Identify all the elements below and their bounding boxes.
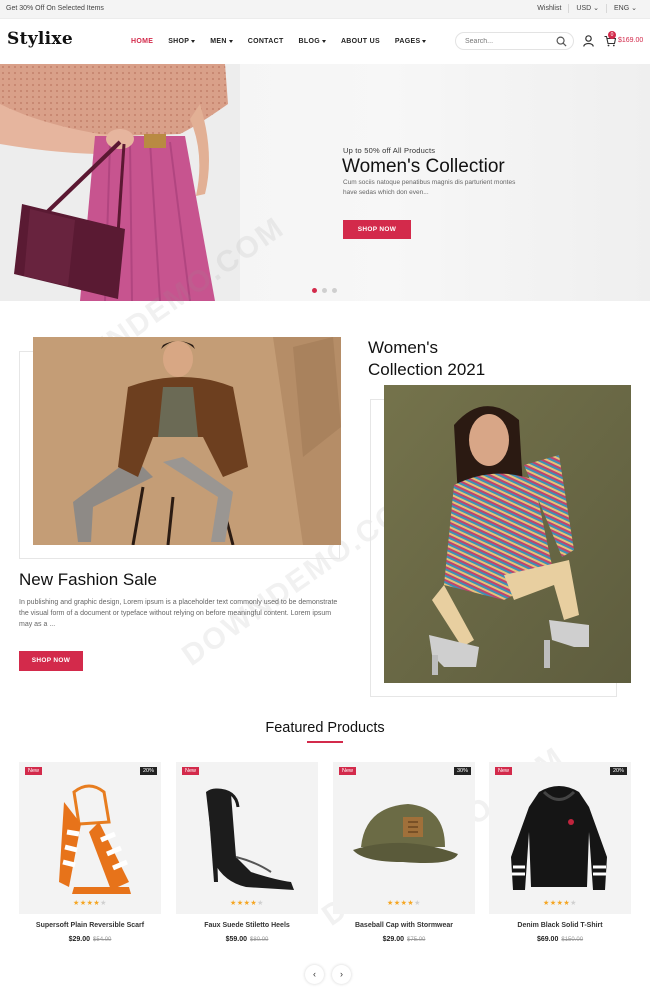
cart-count-badge: 0 <box>608 31 616 39</box>
nav-pages-label: PAGES <box>394 38 421 45</box>
nav-blog[interactable]: BLOG <box>299 38 326 45</box>
product-price: $29.00 $54.00 <box>19 936 161 943</box>
product-price: $29.00 $75.00 <box>333 936 475 943</box>
women-collection-title-line1: Women's <box>368 338 439 357</box>
language-select[interactable]: ENG ⌄ <box>606 4 644 13</box>
rating-stars: ★★★★★ <box>73 900 107 907</box>
product-name[interactable]: Supersoft Plain Reversible Scarf <box>19 922 161 929</box>
nav-men[interactable]: MEN <box>210 38 233 45</box>
wishlist-link[interactable]: Wishlist <box>530 4 568 13</box>
hero-subtitle: Up to 50% off All Products <box>343 146 436 155</box>
current-price: $29.00 <box>382 936 405 943</box>
chevron-down-icon <box>191 40 196 43</box>
sale-title: New Fashion Sale <box>19 570 157 589</box>
chevron-down-icon <box>321 40 326 43</box>
sale-shop-now-button[interactable]: SHOP NOW <box>19 651 83 671</box>
nav-men-label: MEN <box>210 38 227 45</box>
product-image[interactable]: New 30% ★★★★★ <box>333 762 475 914</box>
nav-home[interactable]: HOME <box>131 38 153 45</box>
current-price: $29.00 <box>68 936 91 943</box>
main-header: Stylixe HOME SHOP MEN CONTACT BLOG ABOUT… <box>0 19 650 64</box>
product-card[interactable]: New 20% ★★★★★ Supersoft Plain Reversible… <box>19 762 161 952</box>
carousel-next-button[interactable]: › <box>332 965 351 984</box>
nav-contact-label: CONTACT <box>247 38 284 45</box>
old-price: $54.00 <box>93 937 112 943</box>
top-bar: Get 30% Off On Selected Items Wishlist U… <box>0 0 650 19</box>
male-model-image <box>33 337 341 545</box>
women-collection-title: Women's Collection 2021 <box>368 337 485 381</box>
product-image[interactable]: New 20% ★★★★★ <box>19 762 161 914</box>
carousel-prev-button[interactable]: ‹ <box>305 965 324 984</box>
hero-description: Cum sociis natoque penatibus magnis dis … <box>343 179 516 196</box>
cap-image <box>353 804 458 863</box>
nav-pages[interactable]: PAGES <box>395 38 427 45</box>
chevron-down-icon <box>228 40 233 43</box>
new-badge: New <box>339 767 357 775</box>
current-price: $59.00 <box>225 936 248 943</box>
rating-stars: ★★★★★ <box>230 900 264 907</box>
hoodie-image <box>511 786 607 890</box>
current-price: $69.00 <box>536 936 559 943</box>
currency-select[interactable]: USD ⌄ <box>568 4 606 13</box>
search-box <box>455 32 574 50</box>
slider-dot-3[interactable] <box>332 288 337 293</box>
product-name[interactable]: Faux Suede Stiletto Heels <box>176 922 318 929</box>
product-price: $59.00 $80.00 <box>176 936 318 943</box>
chevron-down-icon <box>422 40 427 43</box>
nav-about-label: ABOUT US <box>340 38 380 45</box>
new-badge: New <box>495 767 513 775</box>
nav-home-label: HOME <box>131 38 154 45</box>
slider-dot-2[interactable] <box>322 288 327 293</box>
women-collection-image[interactable] <box>384 385 631 683</box>
discount-badge: 30% <box>453 767 471 775</box>
rating-stars: ★★★★★ <box>387 900 421 907</box>
new-badge: New <box>25 767 43 775</box>
slider-dots <box>312 288 342 293</box>
women-collection-title-line2: Collection 2021 <box>368 360 486 379</box>
featured-products-title: Featured Products <box>265 720 385 736</box>
language-value: ENG <box>614 5 630 12</box>
heels-image <box>206 788 294 890</box>
cart-button[interactable]: 0 $169.00 <box>604 31 643 52</box>
product-card[interactable]: New ★★★★★ Faux Suede Stiletto Heels $59.… <box>176 762 318 952</box>
product-price: $69.00 $150.00 <box>489 936 631 943</box>
scarf-image <box>59 784 131 894</box>
product-name[interactable]: Baseball Cap with Stormwear <box>333 922 475 929</box>
discount-badge: 20% <box>609 767 627 775</box>
old-price: $80.00 <box>250 937 269 943</box>
search-icon[interactable] <box>556 36 567 47</box>
product-image[interactable]: New ★★★★★ <box>176 762 318 914</box>
female-model-image <box>384 385 631 683</box>
top-bar-links: Wishlist USD ⌄ ENG ⌄ <box>530 4 644 13</box>
hero-slider: Up to 50% off All Products Women's Colle… <box>0 64 650 301</box>
main-nav: HOME SHOP MEN CONTACT BLOG ABOUT US PAGE… <box>131 38 441 45</box>
nav-shop-label: SHOP <box>168 38 190 45</box>
nav-contact[interactable]: CONTACT <box>248 38 284 45</box>
product-image[interactable]: New 20% ★★★★★ <box>489 762 631 914</box>
fashion-sale-image[interactable] <box>33 337 341 545</box>
currency-value: USD <box>576 5 592 12</box>
product-card[interactable]: New 20% ★★★★★ Denim Black Solid T-Shirt … <box>489 762 631 952</box>
cart-total: $169.00 <box>618 37 644 44</box>
old-price: $75.00 <box>407 937 426 943</box>
featured-title-underline <box>307 741 343 743</box>
nav-about[interactable]: ABOUT US <box>341 38 380 45</box>
sale-description: In publishing and graphic design, Lorem … <box>19 599 338 628</box>
discount-badge: 20% <box>139 767 157 775</box>
old-price: $150.00 <box>561 937 584 943</box>
nav-blog-label: BLOG <box>298 38 320 45</box>
site-logo[interactable]: Stylixe <box>7 29 73 49</box>
search-input[interactable] <box>465 36 550 47</box>
slider-dot-1[interactable] <box>312 288 317 293</box>
hero-shop-now-button[interactable]: SHOP NOW <box>343 220 411 239</box>
hero-model-image <box>0 64 240 301</box>
nav-shop[interactable]: SHOP <box>168 38 196 45</box>
user-icon[interactable] <box>583 35 594 47</box>
hero-title: Women's Collectior <box>342 156 505 177</box>
product-name[interactable]: Denim Black Solid T-Shirt <box>489 922 631 929</box>
new-badge: New <box>182 767 200 775</box>
rating-stars: ★★★★★ <box>543 900 577 907</box>
promo-text: Get 30% Off On Selected Items <box>6 5 104 12</box>
product-card[interactable]: New 30% ★★★★★ Baseball Cap with Stormwea… <box>333 762 475 952</box>
